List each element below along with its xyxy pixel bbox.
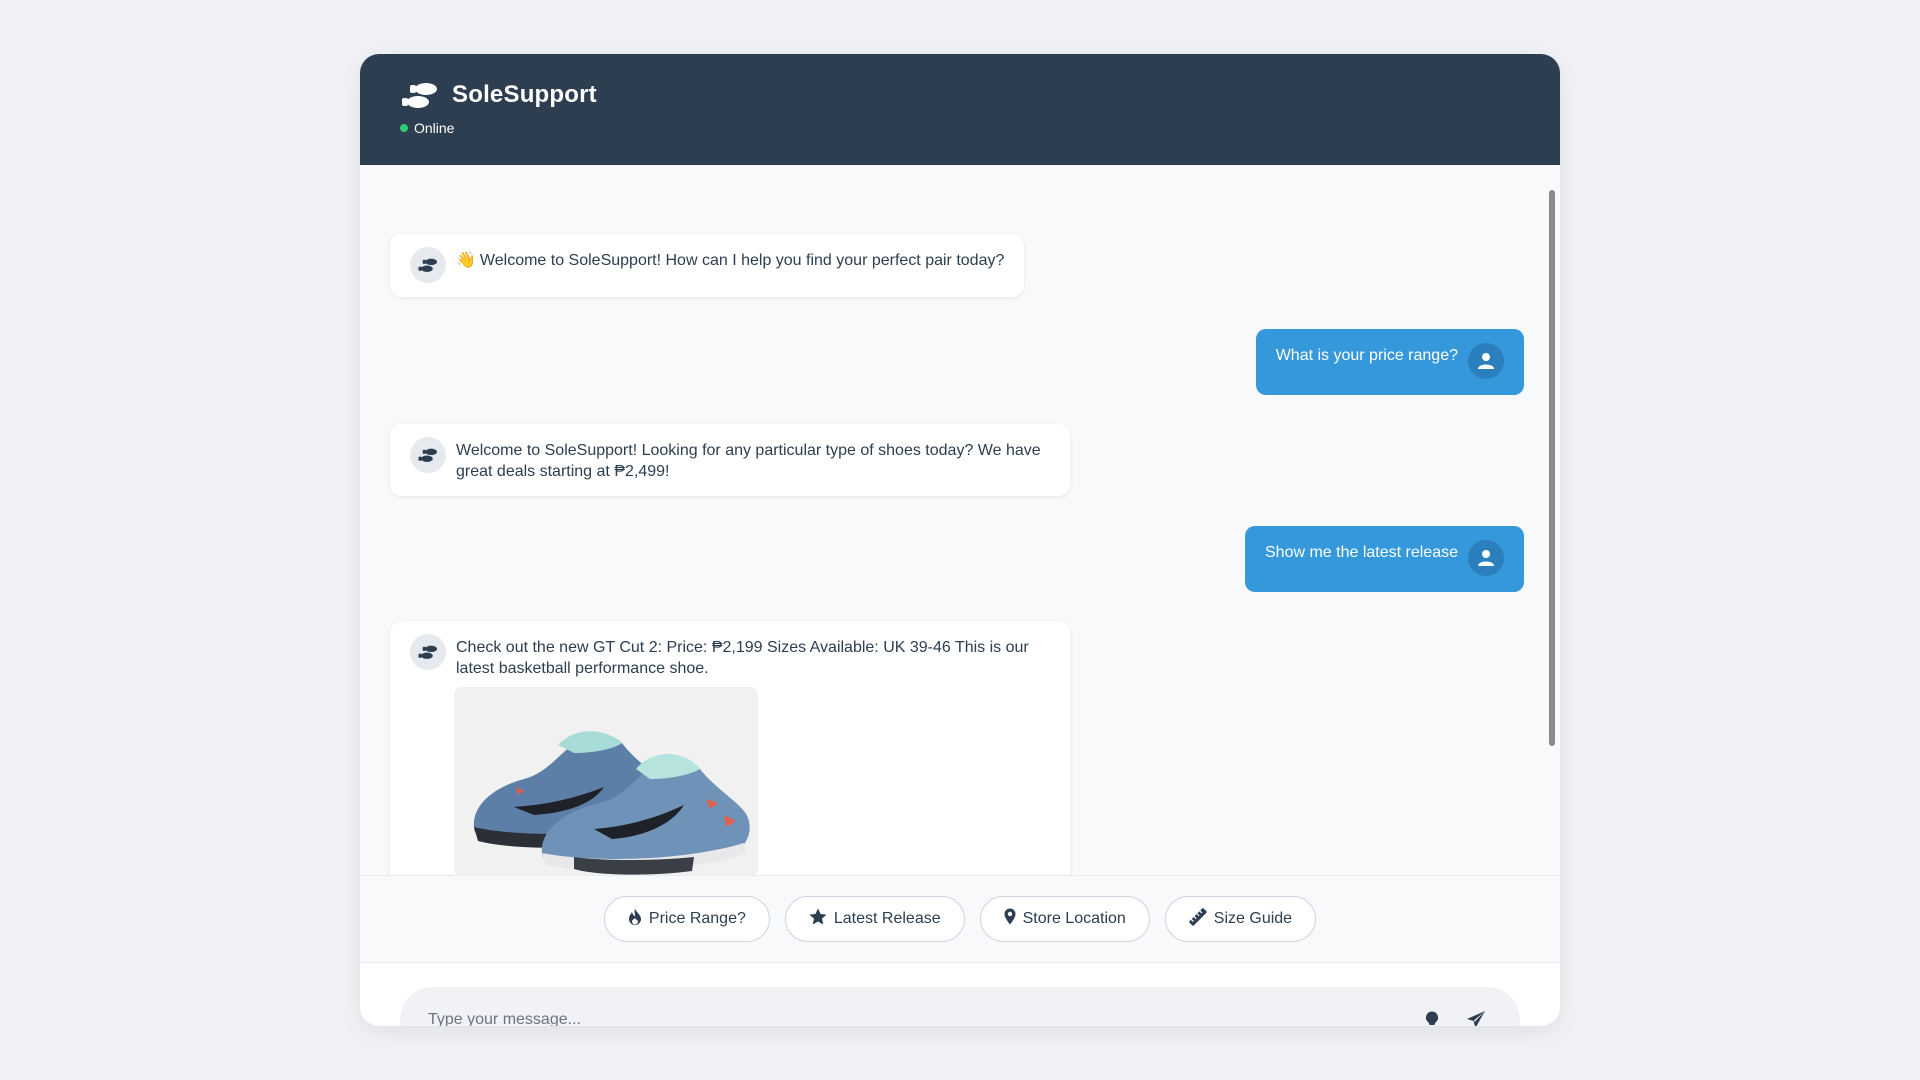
status-text: Online [414,120,455,136]
bot-message-text: Welcome to SoleSupport! Looking for any … [456,442,1041,480]
bot-avatar-icon [410,437,446,473]
user-avatar-icon [1468,343,1504,379]
brand-name: SoleSupport [452,81,597,108]
map-pin-icon [1004,908,1016,930]
bot-avatar-icon [410,634,446,670]
bot-message-text: 👋 Welcome to SoleSupport! How can I help … [456,248,1004,283]
online-dot-icon [400,124,408,132]
status-indicator: Online [400,120,1520,136]
wave-emoji: 👋 [456,252,476,269]
star-icon [809,908,827,930]
message-input-container [400,987,1520,1026]
quick-reply-label: Price Range? [648,910,746,927]
bot-message: 👋 Welcome to SoleSupport! How can I help … [390,234,1025,297]
user-message: Show me the latest release [1245,526,1524,592]
quick-reply-label: Store Location [1022,910,1126,927]
ruler-icon [1189,907,1207,931]
user-message: What is your price range? [1255,329,1524,395]
quick-reply-price-range[interactable]: Price Range? [603,896,770,942]
bot-message: Welcome to SoleSupport! Looking for any … [390,424,1070,496]
quick-reply-latest-release[interactable]: Latest Release [784,896,965,942]
basketball-shoe-image[interactable] [454,687,758,875]
quick-reply-label: Size Guide [1213,910,1293,927]
quick-reply-store-location[interactable]: Store Location [979,896,1150,942]
bot-message-text: Check out the new GT Cut 2: Price: ₱2,19… [456,639,1029,677]
shoe-prints-logo-icon [400,78,440,112]
bot-message-content: Welcome to SoleSupport! How can I help y… [479,252,1005,269]
lightbulb-icon[interactable] [1416,1004,1448,1026]
quick-replies: Price Range? Latest Release Store Locati… [360,875,1560,963]
scrollbar[interactable] [1549,190,1555,746]
quick-reply-label: Latest Release [833,910,941,927]
message-input[interactable] [428,1011,1404,1026]
chat-window: SoleSupport Online 👋 Welcome to SoleSuppo… [360,54,1560,1026]
brand: SoleSupport [400,78,1520,112]
user-message-text: What is your price range? [1275,347,1458,364]
fire-icon [628,908,642,930]
user-avatar-icon [1468,540,1504,576]
quick-reply-size-guide[interactable]: Size Guide [1164,896,1317,942]
bot-message: Check out the new GT Cut 2: Price: ₱2,19… [390,621,1070,875]
composer [360,963,1560,1026]
user-message-text: Show me the latest release [1265,544,1458,561]
chat-header: SoleSupport Online [360,54,1560,165]
bot-message-body: Check out the new GT Cut 2: Price: ₱2,19… [454,635,1050,875]
send-icon[interactable] [1460,1004,1492,1026]
message-list[interactable]: 👋 Welcome to SoleSupport! How can I help … [360,165,1560,875]
bot-avatar-icon [410,247,446,283]
